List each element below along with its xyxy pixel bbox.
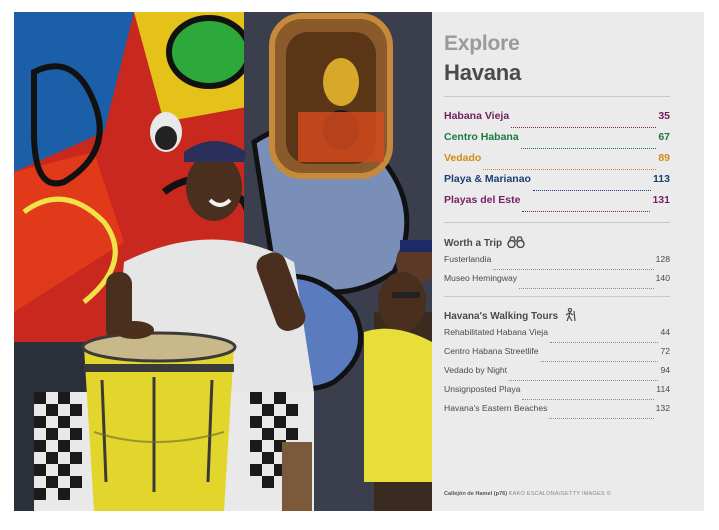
leader-dots bbox=[509, 379, 659, 381]
toc-item-havanas-eastern-beaches[interactable]: Havana's Eastern Beaches 132 bbox=[444, 403, 670, 422]
toc-page: 72 bbox=[660, 346, 670, 356]
walker-icon bbox=[563, 307, 577, 325]
walking-tours-heading: Havana's Walking Tours bbox=[444, 307, 577, 325]
toc-page: 113 bbox=[653, 173, 670, 185]
section-divider bbox=[444, 296, 670, 297]
leader-dots bbox=[522, 398, 655, 400]
section-divider bbox=[444, 222, 670, 223]
walking-tours-title: Havana's Walking Tours bbox=[444, 311, 559, 322]
main-toc: Habana Vieja 35 Centro Habana 67 Vedado … bbox=[444, 110, 670, 215]
toc-page: 131 bbox=[652, 194, 670, 206]
leader-dots bbox=[511, 126, 657, 128]
contents-panel: Explore Havana Habana Vieja 35 Centro Ha… bbox=[432, 12, 704, 511]
page-title-explore: Explore bbox=[444, 32, 520, 55]
toc-page: 94 bbox=[660, 365, 670, 375]
toc-label: Habana Vieja bbox=[444, 110, 510, 122]
toc-label: Havana's Eastern Beaches bbox=[444, 403, 548, 413]
toc-item-museo-hemingway[interactable]: Museo Hemingway 140 bbox=[444, 273, 670, 292]
toc-label: Fusterlandia bbox=[444, 254, 492, 264]
toc-label: Centro Habana Streetlife bbox=[444, 346, 539, 356]
toc-page: 132 bbox=[655, 403, 670, 413]
toc-label: Unsignposted Playa bbox=[444, 384, 521, 394]
toc-item-unsignposted-playa[interactable]: Unsignposted Playa 114 bbox=[444, 384, 670, 403]
leader-dots bbox=[540, 360, 659, 362]
toc-page: 140 bbox=[655, 273, 670, 283]
toc-item-playa-marianao[interactable]: Playa & Marianao 113 bbox=[444, 173, 670, 194]
drummer-mural-illustration bbox=[14, 12, 432, 511]
toc-label: Vedado by Night bbox=[444, 365, 508, 375]
binoculars-icon bbox=[507, 236, 525, 251]
toc-label: Vedado bbox=[444, 152, 482, 164]
toc-page: 35 bbox=[658, 110, 670, 122]
leader-dots bbox=[483, 168, 657, 170]
toc-label: Museo Hemingway bbox=[444, 273, 518, 283]
leader-dots bbox=[493, 268, 654, 270]
walking-tours-list: Rehabilitated Habana Vieja 44 Centro Hab… bbox=[444, 327, 670, 422]
toc-page: 67 bbox=[658, 131, 670, 143]
worth-a-trip-title: Worth a Trip bbox=[444, 238, 503, 249]
toc-item-playas-del-este[interactable]: Playas del Este 131 bbox=[444, 194, 670, 215]
leader-dots bbox=[550, 341, 659, 343]
leader-dots bbox=[520, 147, 657, 149]
worth-a-trip-list: Fusterlandia 128 Museo Hemingway 140 bbox=[444, 254, 670, 292]
photo-caption: Callejón de Hamel (p76) KAKO ESCALONA/GE… bbox=[444, 491, 611, 497]
caption-credit: KAKO ESCALONA/GETTY IMAGES © bbox=[508, 491, 611, 497]
toc-item-vedado-by-night[interactable]: Vedado by Night 94 bbox=[444, 365, 670, 384]
leader-dots bbox=[519, 287, 654, 289]
toc-page: 128 bbox=[655, 254, 670, 264]
toc-page: 44 bbox=[660, 327, 670, 337]
toc-item-fusterlandia[interactable]: Fusterlandia 128 bbox=[444, 254, 670, 273]
toc-label: Rehabilitated Habana Vieja bbox=[444, 327, 548, 337]
toc-item-vedado[interactable]: Vedado 89 bbox=[444, 152, 670, 173]
toc-item-centro-habana[interactable]: Centro Habana 67 bbox=[444, 131, 670, 152]
toc-item-centro-habana-streetlife[interactable]: Centro Habana Streetlife 72 bbox=[444, 346, 670, 365]
leader-dots bbox=[532, 189, 652, 191]
toc-item-habana-vieja[interactable]: Habana Vieja 35 bbox=[444, 110, 670, 131]
toc-label: Playa & Marianao bbox=[444, 173, 531, 185]
toc-label: Playas del Este bbox=[444, 194, 521, 206]
toc-page: 89 bbox=[658, 152, 670, 164]
page-title-havana: Havana bbox=[444, 60, 522, 85]
toc-label: Centro Habana bbox=[444, 131, 519, 143]
leader-dots bbox=[522, 210, 651, 212]
caption-place: Callejón de Hamel (p76) bbox=[444, 491, 508, 497]
worth-a-trip-heading: Worth a Trip bbox=[444, 236, 525, 251]
toc-page: 114 bbox=[656, 384, 670, 394]
title-divider bbox=[444, 96, 670, 97]
toc-item-rehabilitated-habana-vieja[interactable]: Rehabilitated Habana Vieja 44 bbox=[444, 327, 670, 346]
leader-dots bbox=[549, 417, 654, 419]
cover-photo bbox=[14, 12, 432, 511]
